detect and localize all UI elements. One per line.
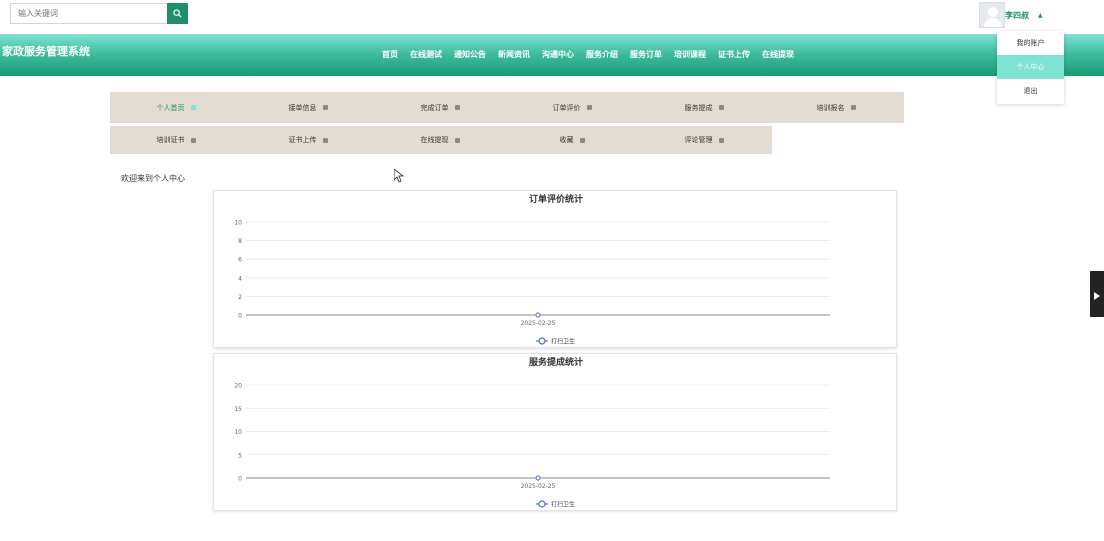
menu-icon	[850, 105, 856, 110]
legend-label[interactable]: 打扫卫生	[551, 501, 575, 509]
menu-item-label: 订单评价	[552, 103, 581, 112]
search-input[interactable]	[10, 3, 168, 24]
y-tick-label: 20	[234, 383, 242, 390]
nav-item-online-test[interactable]: 在线测试	[410, 49, 442, 60]
search-button[interactable]	[167, 3, 188, 24]
y-tick-label: 0	[238, 476, 242, 483]
chart-service-commission: 服务提成统计 0 5 10 15 20 2025-02-25 打扫卫生	[234, 356, 830, 509]
menu-item-label: 证书上传	[288, 136, 317, 144]
user-dropdown: 我的账户 个人中心 退出	[997, 31, 1064, 104]
nav-item-withdraw[interactable]: 在线提现	[762, 49, 794, 60]
menu-item-label: 个人首页	[156, 103, 185, 112]
chart-title: 订单评价统计	[529, 193, 583, 205]
x-tick-label: 2025-02-25	[521, 483, 556, 490]
menu-item-favorites[interactable]: 收藏	[506, 135, 638, 145]
menu-item-label: 培训报名	[816, 103, 845, 112]
chart-title: 服务提成统计	[529, 356, 583, 368]
menu-item-label: 在线提现	[420, 136, 449, 144]
menu-icon	[579, 137, 585, 143]
welcome-text: 欢迎来到个人中心	[121, 174, 185, 183]
menu-item-label: 完成订单	[420, 103, 449, 112]
y-tick-label: 15	[234, 406, 242, 413]
menu-icon	[190, 137, 196, 143]
search-icon	[173, 6, 182, 21]
nav-item-notices[interactable]: 通知公告	[454, 49, 486, 60]
menu-item-label: 收藏	[559, 136, 574, 144]
side-expand-tab[interactable]	[1090, 271, 1104, 317]
avatar[interactable]	[979, 2, 1005, 28]
dropdown-logout[interactable]: 退出	[997, 79, 1064, 103]
y-tick-label: 2	[238, 294, 242, 301]
menu-icon	[454, 105, 460, 110]
menu-icon	[322, 137, 328, 143]
menu-item-training-signup[interactable]: 培训报名	[770, 103, 902, 113]
menu-icon	[586, 105, 592, 110]
legend-marker[interactable]	[538, 337, 546, 345]
y-tick-label: 4	[238, 275, 242, 282]
mouse-cursor	[393, 168, 405, 187]
chart-panel-order-reviews: 订单评价统计 0 2 4 6 8 10 2025-02-25 打扫卫生	[213, 190, 897, 348]
x-tick-label: 2025-02-25	[521, 320, 556, 327]
menu-icon	[454, 137, 460, 143]
nav-item-service-orders[interactable]: 服务订单	[630, 49, 662, 60]
y-tick-label: 8	[238, 238, 242, 245]
home-icon	[190, 105, 196, 110]
chart-panel-service-commission: 服务提成统计 0 5 10 15 20 2025-02-25 打扫卫生	[213, 353, 897, 511]
dropdown-personal-center[interactable]: 个人中心	[997, 55, 1064, 79]
menu-item-certificate-upload[interactable]: 证书上传	[242, 135, 374, 145]
legend-label[interactable]: 打扫卫生	[551, 338, 575, 346]
menu-item-completed-orders[interactable]: 完成订单	[374, 103, 506, 113]
data-point[interactable]	[535, 312, 541, 318]
menu-item-label: 接单信息	[288, 103, 317, 112]
header-banner: 家政服务管理系统 首页 在线测试 通知公告 新闻资讯 沟通中心 服务介绍 服务订…	[0, 34, 1104, 76]
menu-item-comment-management[interactable]: 评论管理	[638, 135, 770, 145]
dropdown-my-account[interactable]: 我的账户	[997, 31, 1064, 55]
menu-item-order-info[interactable]: 接单信息	[242, 103, 374, 113]
y-tick-label: 6	[238, 257, 242, 264]
username[interactable]: 李四叔	[1005, 10, 1029, 21]
center-menu-row-1: 个人首页 接单信息 完成订单 订单评价 服务提成 培训报名	[110, 92, 904, 123]
y-tick-label: 5	[238, 452, 242, 459]
menu-icon	[718, 137, 724, 143]
nav-item-communication[interactable]: 沟通中心	[542, 49, 574, 60]
legend-marker[interactable]	[538, 500, 546, 508]
site-title: 家政服务管理系统	[2, 45, 90, 58]
caret-up-icon[interactable]: ▲	[1038, 12, 1043, 19]
y-tick-label: 0	[238, 313, 242, 320]
nav-item-services[interactable]: 服务介绍	[586, 49, 618, 60]
menu-item-label: 培训证书	[156, 136, 185, 144]
nav-item-home[interactable]: 首页	[382, 49, 398, 60]
menu-item-training-certificates[interactable]: 培训证书	[110, 135, 242, 145]
nav-item-news[interactable]: 新闻资讯	[498, 49, 530, 60]
user-menu-toggle[interactable]: 李四叔 ▲	[979, 2, 1043, 28]
menu-icon	[718, 105, 724, 110]
menu-item-personal-home[interactable]: 个人首页	[110, 103, 242, 113]
data-point[interactable]	[535, 475, 541, 481]
center-menu-row-2: 培训证书 证书上传 在线提现 收藏 评论管理	[110, 126, 772, 154]
menu-item-online-withdraw[interactable]: 在线提现	[374, 135, 506, 145]
menu-item-order-reviews[interactable]: 订单评价	[506, 103, 638, 113]
caret-right-icon	[1094, 285, 1100, 304]
menu-item-service-commission[interactable]: 服务提成	[638, 103, 770, 113]
top-bar: 李四叔 ▲	[0, 0, 1104, 34]
chart-order-reviews: 订单评价统计 0 2 4 6 8 10 2025-02-25 打扫卫生	[234, 193, 830, 346]
nav-item-certificate-upload[interactable]: 证书上传	[718, 49, 750, 60]
nav-item-training[interactable]: 培训课程	[674, 49, 706, 60]
menu-icon	[322, 105, 328, 110]
menu-item-label: 评论管理	[684, 136, 713, 144]
main-nav: 首页 在线测试 通知公告 新闻资讯 沟通中心 服务介绍 服务订单 培训课程 证书…	[376, 49, 800, 60]
menu-item-label: 服务提成	[684, 103, 713, 112]
y-tick-label: 10	[234, 220, 242, 227]
y-tick-label: 10	[234, 429, 242, 436]
